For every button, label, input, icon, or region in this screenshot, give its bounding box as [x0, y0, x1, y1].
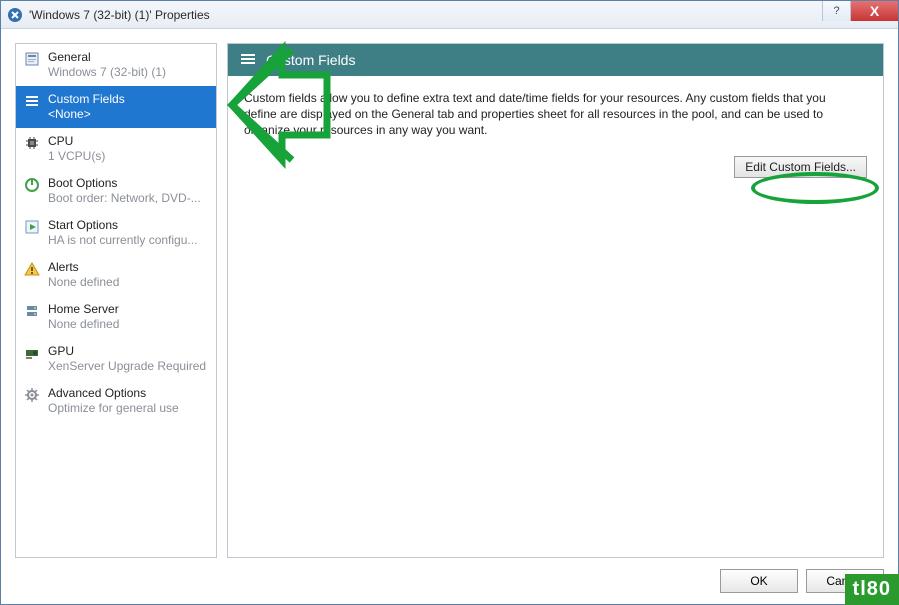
sidebar-item-label: Boot Options — [48, 176, 208, 191]
sidebar-item-home-server[interactable]: Home Server None defined — [16, 296, 216, 338]
sidebar-item-label: Start Options — [48, 218, 208, 233]
sidebar-item-gpu[interactable]: GPU XenServer Upgrade Required — [16, 338, 216, 380]
sidebar-item-label: CPU — [48, 134, 208, 149]
help-button[interactable]: ? — [822, 1, 850, 21]
sidebar-item-cpu[interactable]: CPU 1 VCPU(s) — [16, 128, 216, 170]
main-header: Custom Fields — [228, 44, 883, 76]
dialog-content: General Windows 7 (32-bit) (1) Custom Fi… — [1, 29, 898, 558]
titlebar: 'Windows 7 (32-bit) (1)' Properties ? X — [1, 1, 898, 29]
watermark: tl80 — [845, 574, 899, 605]
properties-dialog: 'Windows 7 (32-bit) (1)' Properties ? X … — [0, 0, 899, 605]
sidebar-item-general[interactable]: General Windows 7 (32-bit) (1) — [16, 44, 216, 86]
sidebar-item-sub: 1 VCPU(s) — [48, 149, 208, 164]
sidebar-item-label: Alerts — [48, 260, 208, 275]
edit-custom-fields-button[interactable]: Edit Custom Fields... — [734, 156, 867, 178]
category-sidebar: General Windows 7 (32-bit) (1) Custom Fi… — [15, 43, 217, 558]
sidebar-item-label: Home Server — [48, 302, 208, 317]
dialog-footer: OK Cancel — [1, 558, 898, 604]
sidebar-item-label: GPU — [48, 344, 208, 359]
main-body: Custom fields allow you to define extra … — [228, 76, 883, 152]
alert-icon — [24, 261, 40, 277]
gpu-icon — [24, 345, 40, 361]
window-buttons: ? X — [822, 1, 898, 21]
main-description: Custom fields allow you to define extra … — [244, 90, 854, 138]
sidebar-item-label: Custom Fields — [48, 92, 208, 107]
properties-icon — [24, 51, 40, 67]
sidebar-item-alerts[interactable]: Alerts None defined — [16, 254, 216, 296]
window-title: 'Windows 7 (32-bit) (1)' Properties — [29, 8, 210, 22]
ok-button[interactable]: OK — [720, 569, 798, 593]
server-icon — [24, 303, 40, 319]
sidebar-item-sub: Boot order: Network, DVD-... — [48, 191, 208, 206]
list-icon — [240, 51, 256, 70]
sidebar-item-advanced-options[interactable]: Advanced Options Optimize for general us… — [16, 380, 216, 422]
sidebar-item-sub: None defined — [48, 275, 208, 290]
sidebar-item-label: Advanced Options — [48, 386, 208, 401]
sidebar-item-sub: None defined — [48, 317, 208, 332]
gear-icon — [24, 387, 40, 403]
sidebar-item-sub: Windows 7 (32-bit) (1) — [48, 65, 208, 80]
sidebar-item-start-options[interactable]: Start Options HA is not currently config… — [16, 212, 216, 254]
sidebar-item-sub: HA is not currently configu... — [48, 233, 208, 248]
cpu-icon — [24, 135, 40, 151]
app-icon — [7, 7, 23, 23]
list-icon — [24, 93, 40, 109]
main-header-title: Custom Fields — [266, 52, 355, 68]
close-button[interactable]: X — [850, 1, 898, 21]
main-panel: Custom Fields Custom fields allow you to… — [227, 43, 884, 558]
sidebar-item-boot-options[interactable]: Boot Options Boot order: Network, DVD-..… — [16, 170, 216, 212]
start-icon — [24, 219, 40, 235]
sidebar-item-sub: <None> — [48, 107, 208, 122]
sidebar-item-custom-fields[interactable]: Custom Fields <None> — [16, 86, 216, 128]
sidebar-item-label: General — [48, 50, 208, 65]
sidebar-item-sub: XenServer Upgrade Required — [48, 359, 208, 374]
sidebar-item-sub: Optimize for general use — [48, 401, 208, 416]
power-icon — [24, 177, 40, 193]
